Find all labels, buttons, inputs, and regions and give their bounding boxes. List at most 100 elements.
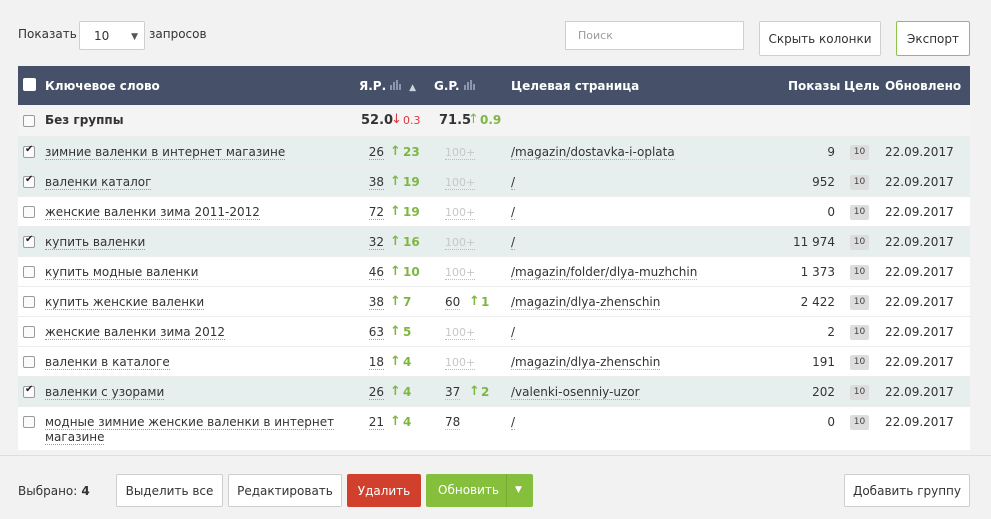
hide-columns-button[interactable]: Скрыть колонки <box>759 21 881 56</box>
row-checkbox[interactable] <box>23 296 35 308</box>
google-position[interactable]: 37 <box>445 385 461 400</box>
target-url[interactable]: / <box>511 175 516 190</box>
export-button[interactable]: Экспорт <box>896 21 970 56</box>
table-row[interactable]: валенки в каталоге 18 ↑ 4 100+ /magazin/dlya-… <box>18 347 970 377</box>
header-google[interactable]: G.P. <box>434 79 476 93</box>
row-checkbox[interactable] <box>23 266 35 278</box>
table-row[interactable]: купить модные валенки 46 ↑ 10 100+/magazin/f… <box>18 257 970 287</box>
target-url[interactable]: /magazin/folder/dlya-muzhchin <box>511 265 698 280</box>
target-url[interactable]: / <box>511 205 516 220</box>
google-position[interactable]: 100+ <box>445 326 476 340</box>
keyword-text[interactable]: валенки в каталоге <box>45 355 170 370</box>
target-url[interactable]: /valenki-osenniy-uzor <box>511 385 640 400</box>
google-position[interactable]: 100+ <box>445 176 476 190</box>
keyword-text[interactable]: зимние валенки в интернет магазине <box>45 145 286 160</box>
goal-badge[interactable]: 10 <box>850 325 869 340</box>
search-input[interactable] <box>565 21 744 50</box>
google-position[interactable]: 78 <box>445 415 461 430</box>
target-url[interactable]: /magazin/dlya-zhenschin <box>511 355 661 370</box>
row-checkbox[interactable] <box>23 384 35 398</box>
goal-badge[interactable]: 10 <box>850 265 869 280</box>
keyword-cell[interactable]: купить женские валенки <box>45 295 335 310</box>
keyword-text[interactable]: купить женские валенки <box>45 295 205 310</box>
keyword-text[interactable]: купить валенки <box>45 235 146 250</box>
goal-badge[interactable]: 10 <box>850 175 869 190</box>
row-checkbox[interactable] <box>23 144 35 158</box>
select-all-checkbox[interactable] <box>23 78 36 91</box>
group-row[interactable]: Без группы 52.0 ↓ 0.3 71.5 ↑ 0.9 <box>18 105 970 137</box>
yandex-position[interactable]: 38 <box>360 295 384 310</box>
google-position[interactable]: 100+ <box>445 356 476 370</box>
goal-badge[interactable]: 10 <box>850 355 869 370</box>
keyword-cell[interactable]: валенки в каталоге <box>45 355 335 370</box>
target-url[interactable]: / <box>511 235 516 250</box>
yandex-position[interactable]: 32 <box>360 235 384 250</box>
table-row[interactable]: модные зимние женские валенки в интернет… <box>18 407 970 450</box>
yandex-position[interactable]: 46 <box>360 265 384 280</box>
row-checkbox[interactable] <box>23 356 35 368</box>
keyword-cell[interactable]: зимние валенки в интернет магазине <box>45 145 335 160</box>
table-row[interactable]: валенки с узорами26↑437↑2/valenki-osenni… <box>18 377 970 407</box>
keyword-text[interactable]: женские валенки зима 2012 <box>45 325 226 340</box>
keyword-cell[interactable]: женские валенки зима 2011-2012 <box>45 205 335 220</box>
target-url[interactable]: /magazin/dlya-zhenschin <box>511 295 661 310</box>
yandex-position[interactable]: 26 <box>360 145 384 160</box>
goal-badge[interactable]: 10 <box>850 295 869 310</box>
goal-badge[interactable]: 10 <box>850 385 869 400</box>
table-row[interactable]: купить женские валенки 38 ↑ 7 60 ↑ 1/magazin/d… <box>18 287 970 317</box>
keyword-text[interactable]: модные зимние женские валенки в интернет… <box>45 415 335 445</box>
target-url[interactable]: / <box>511 325 516 340</box>
edit-button[interactable]: Редактировать <box>228 474 342 507</box>
header-keyword[interactable]: Ключевое слово <box>45 79 160 93</box>
goal-badge[interactable]: 10 <box>850 415 869 430</box>
sort-up-icon[interactable]: ▲ <box>409 83 416 93</box>
keyword-text[interactable]: валенки с узорами <box>45 385 165 400</box>
keyword-cell[interactable]: купить валенки <box>45 235 335 250</box>
keyword-cell[interactable]: валенки каталог <box>45 175 335 190</box>
yandex-position[interactable]: 38 <box>360 175 384 190</box>
yandex-position[interactable]: 63 <box>360 325 384 340</box>
per-page-select[interactable]: 10 ▼ <box>79 21 145 50</box>
keyword-text[interactable]: женские валенки зима 2011-2012 <box>45 205 260 220</box>
bar-chart-icon[interactable] <box>390 80 402 90</box>
google-position[interactable]: 100+ <box>445 266 476 280</box>
table-row[interactable]: женские валенки зима 2012 63 ↑ 5 100+ / 2 10 22.… <box>18 317 970 347</box>
table-row[interactable]: купить валенки 32 ↑16 100+ / 11 974 10 22.09.20… <box>18 227 970 257</box>
yandex-position[interactable]: 72 <box>360 205 384 220</box>
row-checkbox[interactable] <box>23 206 35 218</box>
keyword-text[interactable]: купить модные валенки <box>45 265 199 280</box>
select-all-button[interactable]: Выделить все <box>116 474 223 507</box>
bar-chart-icon[interactable] <box>463 80 476 90</box>
target-url[interactable]: / <box>511 415 516 430</box>
delete-button[interactable]: Удалить <box>347 474 421 507</box>
yandex-position[interactable]: 21 <box>360 415 384 430</box>
google-position[interactable]: 60 <box>445 295 461 310</box>
table-row[interactable]: валенки каталог 38 ↑19 100+ / 952 10 22.09.2017 <box>18 167 970 197</box>
goal-badge[interactable]: 10 <box>850 235 869 250</box>
group-checkbox[interactable] <box>23 115 35 127</box>
chevron-down-icon[interactable]: ▼ <box>515 485 522 495</box>
goal-badge[interactable]: 10 <box>850 205 869 220</box>
google-position[interactable]: 100+ <box>445 146 476 160</box>
keyword-text[interactable]: валенки каталог <box>45 175 152 190</box>
keyword-cell[interactable]: женские валенки зима 2012 <box>45 325 335 340</box>
keyword-cell[interactable]: модные зимние женские валенки в интернет… <box>45 415 335 445</box>
yandex-position[interactable]: 26 <box>360 385 384 400</box>
table-row[interactable]: зимние валенки в интернет магазине 26 ↑23 1… <box>18 137 970 167</box>
header-target-page[interactable]: Целевая страница <box>511 79 639 93</box>
yandex-position[interactable]: 18 <box>360 355 384 370</box>
row-checkbox[interactable] <box>23 326 35 338</box>
update-button[interactable]: Обновить ▼ <box>426 474 533 507</box>
google-position[interactable]: 100+ <box>445 236 476 250</box>
table-row[interactable]: женские валенки зима 2011-2012 72 ↑ 19 100+ /… <box>18 197 970 227</box>
target-url[interactable]: /magazin/dostavka-i-oplata <box>511 145 675 160</box>
goal-badge[interactable]: 10 <box>850 145 869 160</box>
header-yandex[interactable]: Я.Р. ▲ <box>359 79 416 93</box>
add-group-button[interactable]: Добавить группу <box>844 474 970 507</box>
row-checkbox[interactable] <box>23 174 35 188</box>
keyword-cell[interactable]: валенки с узорами <box>45 385 335 400</box>
header-shows[interactable]: Показы <box>788 79 840 93</box>
row-checkbox[interactable] <box>23 416 35 428</box>
google-position[interactable]: 100+ <box>445 206 476 220</box>
header-updated[interactable]: Обновлено <box>885 79 961 93</box>
